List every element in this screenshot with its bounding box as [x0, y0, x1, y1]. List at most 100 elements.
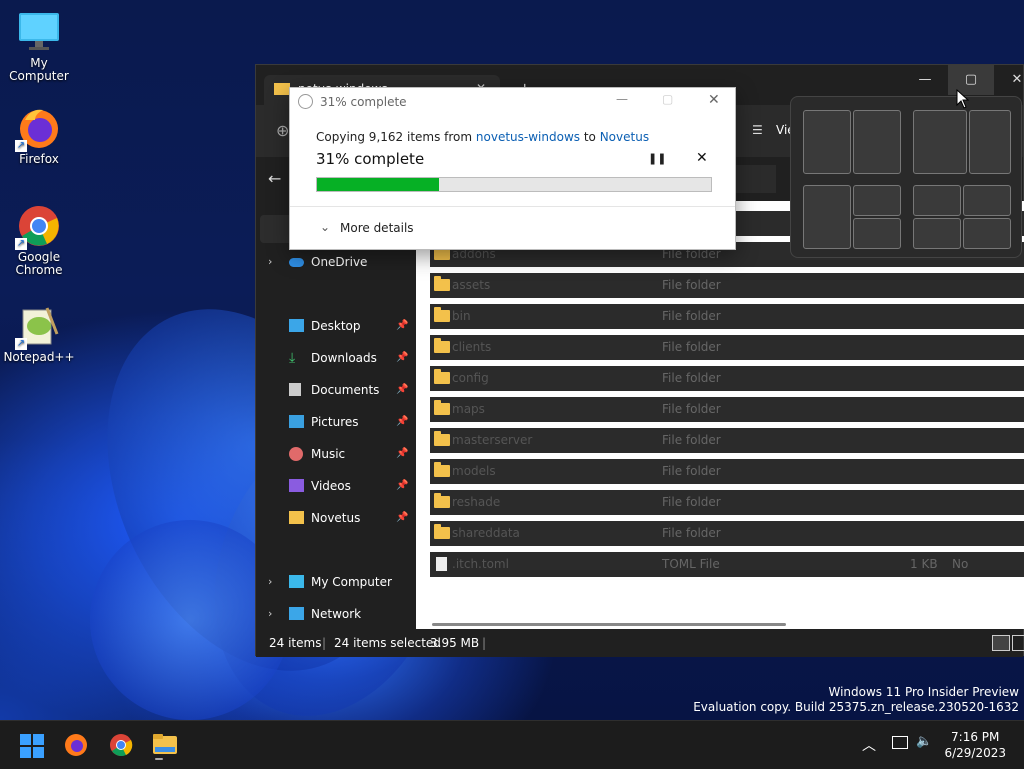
more-details-button[interactable]: More details — [340, 221, 414, 235]
file-name: clients — [452, 340, 492, 354]
sidebar-item-novetus[interactable]: Novetus 📌 — [256, 503, 414, 533]
copy-progress-bar — [316, 177, 712, 192]
file-name: shareddata — [452, 526, 520, 540]
clock-time: 7:16 PM — [951, 730, 1000, 744]
snap-zone[interactable] — [853, 110, 901, 174]
taskbar-chrome[interactable] — [109, 733, 133, 757]
cloud-icon — [289, 258, 304, 267]
pin-icon[interactable]: 📌 — [396, 503, 408, 533]
address-bar[interactable] — [736, 165, 776, 193]
snap-zone[interactable] — [803, 185, 851, 249]
file-row[interactable]: masterserver File folder — [430, 428, 1024, 453]
file-row[interactable]: clients File folder — [430, 335, 1024, 360]
snap-zone[interactable] — [969, 110, 1011, 174]
desktop-icon-label: My Computer — [9, 56, 69, 83]
file-row[interactable]: bin File folder — [430, 304, 1024, 329]
shortcut-arrow-icon: ↗ — [15, 238, 27, 250]
chevron-right-icon[interactable]: › — [268, 567, 272, 597]
sidebar-item-documents[interactable]: Documents 📌 — [256, 375, 414, 405]
file-type: File folder — [662, 402, 721, 416]
chevron-right-icon[interactable]: › — [268, 247, 272, 277]
sidebar-item-music[interactable]: Music 📌 — [256, 439, 414, 469]
volume-icon[interactable]: 🔈 — [916, 734, 932, 749]
sidebar-item-pictures[interactable]: Pictures 📌 — [256, 407, 414, 437]
file-row[interactable]: .itch.toml TOML File 1 KB No — [430, 552, 1024, 577]
file-type: File folder — [662, 433, 721, 447]
pin-icon[interactable]: 📌 — [396, 311, 408, 341]
pin-icon[interactable]: 📌 — [396, 439, 408, 469]
snap-zone[interactable] — [913, 185, 961, 216]
snap-zone[interactable] — [803, 110, 851, 174]
dialog-minimize-button[interactable]: — — [616, 92, 628, 106]
file-type: File folder — [662, 309, 721, 323]
picture-icon — [289, 415, 304, 428]
folder-icon — [289, 511, 304, 524]
pin-icon[interactable]: 📌 — [396, 471, 408, 501]
status-item-count: 24 items — [269, 636, 322, 650]
close-button[interactable]: ✕ — [994, 65, 1024, 95]
file-row[interactable]: config File folder — [430, 366, 1024, 391]
horizontal-scrollbar[interactable] — [432, 623, 786, 626]
desktop-icon-notepadpp[interactable]: ↗ Notepad++ — [1, 304, 77, 364]
cancel-copy-button[interactable]: ✕ — [696, 150, 708, 166]
tiles-view-icon[interactable] — [1012, 635, 1024, 651]
details-view-icon[interactable] — [992, 635, 1010, 651]
navigation-pane: › OneDrive Desktop 📌 ⤓ Downloads 📌 Docum… — [256, 201, 414, 629]
sidebar-item-my-computer[interactable]: › My Computer — [256, 567, 414, 597]
source-link[interactable]: novetus-windows — [476, 130, 580, 144]
taskbar-clock[interactable]: 7:16 PM 6/29/2023 — [944, 729, 1006, 761]
folder-icon — [434, 276, 450, 291]
folder-icon — [434, 493, 450, 508]
snap-zone[interactable] — [963, 185, 1011, 216]
status-bar: 24 items | 24 items selected 3.95 MB | — [256, 629, 1024, 657]
chevron-down-icon[interactable]: ⌄ — [320, 220, 330, 234]
desktop-icon-my-computer[interactable]: My Computer — [1, 10, 77, 83]
chevron-right-icon[interactable]: › — [268, 599, 272, 629]
pin-icon[interactable]: 📌 — [396, 375, 408, 405]
snap-zone[interactable] — [913, 110, 967, 174]
monitor-icon — [17, 10, 61, 54]
file-row[interactable]: assets File folder — [430, 273, 1024, 298]
desktop-icon-chrome[interactable]: ↗ Google Chrome — [1, 204, 77, 277]
pin-icon[interactable]: 📌 — [396, 343, 408, 373]
snap-zone[interactable] — [853, 218, 901, 249]
pause-button[interactable]: ❚❚ — [648, 152, 666, 165]
file-row[interactable]: shareddata File folder — [430, 521, 1024, 546]
shortcut-arrow-icon: ↗ — [15, 338, 27, 350]
network-status-icon[interactable] — [892, 736, 908, 749]
desktop-icon — [289, 319, 304, 332]
sidebar-item-downloads[interactable]: ⤓ Downloads 📌 — [256, 343, 414, 373]
taskbar-file-explorer[interactable] — [152, 733, 178, 760]
folder-icon — [434, 524, 450, 539]
destination-link[interactable]: Novetus — [600, 130, 649, 144]
snap-zone[interactable] — [963, 218, 1011, 249]
snap-zone[interactable] — [853, 185, 901, 216]
snap-zone[interactable] — [913, 218, 961, 249]
sidebar-item-network[interactable]: › Network — [256, 599, 414, 629]
file-row[interactable]: maps File folder — [430, 397, 1024, 422]
dialog-close-button[interactable]: ✕ — [708, 92, 720, 108]
status-selected-count: 24 items selected — [334, 636, 441, 650]
notepadpp-icon: ↗ — [15, 304, 61, 350]
maximize-button[interactable]: ▢ — [948, 65, 994, 95]
show-hidden-icons-chevron-icon[interactable]: ︿ — [862, 735, 876, 755]
percent-complete: 31% complete — [316, 150, 425, 168]
pin-icon[interactable]: 📌 — [396, 407, 408, 437]
back-arrow-icon[interactable]: ← — [268, 169, 281, 188]
file-type: File folder — [662, 464, 721, 478]
minimize-button[interactable]: — — [902, 65, 948, 95]
desktop-icon-firefox[interactable]: ↗ Firefox — [1, 106, 77, 166]
status-selected-size: 3.95 MB — [430, 636, 480, 650]
evaluation-watermark: Windows 11 Pro Insider Preview Evaluatio… — [693, 685, 1019, 714]
sidebar-item-desktop[interactable]: Desktop 📌 — [256, 311, 414, 341]
chrome-icon: ↗ — [15, 204, 61, 250]
sidebar-item-videos[interactable]: Videos 📌 — [256, 471, 414, 501]
new-icon[interactable]: ⊕ — [276, 121, 289, 140]
file-row[interactable]: reshade File folder — [430, 490, 1024, 515]
start-button[interactable] — [20, 734, 44, 758]
folder-icon — [434, 400, 450, 415]
taskbar-firefox[interactable] — [64, 733, 88, 757]
sidebar-item-onedrive[interactable]: › OneDrive — [256, 247, 414, 277]
folder-icon — [434, 462, 450, 477]
file-row[interactable]: models File folder — [430, 459, 1024, 484]
